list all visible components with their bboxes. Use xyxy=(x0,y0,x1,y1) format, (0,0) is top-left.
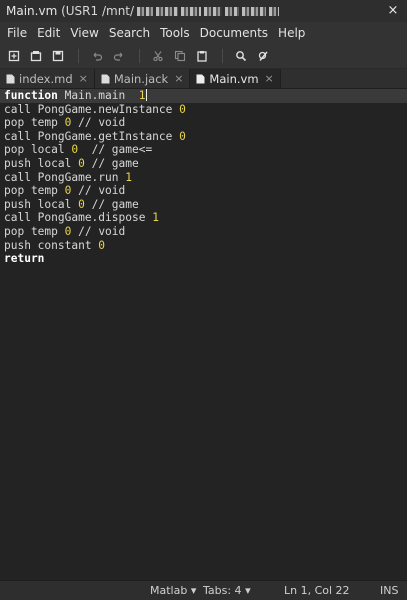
save-icon[interactable] xyxy=(48,46,68,66)
code-line: push constant 0 xyxy=(0,239,407,253)
window-title: Main.vm xyxy=(6,4,58,18)
code-line: call PongGame.newInstance 0 xyxy=(0,103,407,117)
code-number: 0 xyxy=(78,156,85,170)
tab-close-icon[interactable]: × xyxy=(79,72,88,85)
paste-icon[interactable] xyxy=(192,46,212,66)
title-bar: Main.vm (USR1 /mnt/ × xyxy=(0,0,407,22)
code-text: Main.main xyxy=(57,89,139,102)
code-text: // game xyxy=(84,197,139,211)
code-line: pop temp 0 // void xyxy=(0,116,407,130)
code-text: pop temp xyxy=(4,116,65,130)
close-window-icon[interactable]: × xyxy=(385,2,401,18)
code-keyword: function xyxy=(4,89,58,102)
code-text: // void xyxy=(71,116,126,130)
code-text: call PongGame.dispose xyxy=(4,211,153,225)
tab-index-md[interactable]: index.md × xyxy=(0,69,95,88)
redacted-path-segment xyxy=(269,6,280,16)
code-line: function Main.main 1 xyxy=(0,89,407,103)
document-tabs: index.md × Main.jack × Main.vm × xyxy=(0,69,407,89)
code-text: call PongGame.getInstance xyxy=(4,129,180,143)
code-text: call PongGame.run xyxy=(4,170,126,184)
undo-icon[interactable] xyxy=(87,46,107,66)
tab-close-icon[interactable]: × xyxy=(174,72,183,85)
find-icon[interactable] xyxy=(231,46,251,66)
code-text: push local xyxy=(4,197,79,211)
toolbar xyxy=(0,44,407,68)
code-text: // void xyxy=(71,184,126,198)
tab-main-vm[interactable]: Main.vm × xyxy=(190,69,281,88)
chevron-down-icon: ▾ xyxy=(190,584,197,597)
code-line: push local 0 // game xyxy=(0,198,407,212)
file-icon xyxy=(101,74,110,83)
code-editor[interactable]: function Main.main 1 call PongGame.newIns… xyxy=(0,89,407,580)
language-selector[interactable]: Matlab ▾ xyxy=(150,584,196,597)
menu-help[interactable]: Help xyxy=(273,22,310,44)
insert-mode: INS xyxy=(380,584,399,597)
code-text: pop temp xyxy=(4,224,65,238)
new-document-icon[interactable] xyxy=(4,46,24,66)
tab-label: index.md xyxy=(19,71,73,86)
code-number: 0 xyxy=(98,238,106,252)
tab-main-jack[interactable]: Main.jack × xyxy=(95,69,191,88)
menu-file[interactable]: File xyxy=(2,22,32,44)
tab-label: Main.vm xyxy=(209,71,259,86)
menu-documents[interactable]: Documents xyxy=(195,22,273,44)
code-line: return xyxy=(0,252,407,266)
toolbar-separator xyxy=(222,49,223,63)
code-line: pop local 0 // game<= xyxy=(0,143,407,157)
code-text: pop local xyxy=(4,143,72,157)
tab-close-icon[interactable]: × xyxy=(265,72,274,85)
file-icon xyxy=(6,74,15,83)
code-text: call PongGame.newInstance xyxy=(4,102,180,116)
code-text: pop temp xyxy=(4,184,65,198)
menu-view[interactable]: View xyxy=(65,22,103,44)
redacted-path-segment xyxy=(137,6,154,16)
cut-icon[interactable] xyxy=(148,46,168,66)
code-line: pop temp 0 // void xyxy=(0,184,407,198)
redacted-path-segment xyxy=(242,6,267,16)
redacted-path-segment xyxy=(225,6,240,16)
toolbar-separator xyxy=(139,49,140,63)
redacted-path-segment xyxy=(204,6,223,16)
code-line: pop temp 0 // void xyxy=(0,225,407,239)
menu-search[interactable]: Search xyxy=(104,22,155,44)
cursor-position: Ln 1, Col 22 xyxy=(284,584,350,597)
code-text: // void xyxy=(71,224,126,238)
code-number: 1 xyxy=(125,170,132,184)
code-text: // game<= xyxy=(78,143,153,157)
menu-bar: File Edit View Search Tools Documents Help xyxy=(0,22,407,44)
code-number: 1 xyxy=(152,211,159,225)
code-number: 1 xyxy=(138,89,146,102)
toolbar-separator xyxy=(78,49,79,63)
redo-icon[interactable] xyxy=(109,46,129,66)
code-line: call PongGame.dispose 1 xyxy=(0,211,407,225)
redacted-path-segment xyxy=(156,6,179,16)
text-cursor xyxy=(146,89,148,101)
code-text: push constant xyxy=(4,238,99,252)
redacted-path-segment xyxy=(181,6,202,16)
window-path: (USR1 /mnt/ xyxy=(61,4,135,18)
menu-tools[interactable]: Tools xyxy=(155,22,195,44)
code-line: call PongGame.getInstance 0 xyxy=(0,130,407,144)
file-icon xyxy=(196,74,205,83)
code-number: 0 xyxy=(179,102,186,116)
menu-edit[interactable]: Edit xyxy=(32,22,65,44)
open-icon[interactable] xyxy=(26,46,46,66)
status-bar: Matlab ▾ Tabs: 4 ▾ Ln 1, Col 22 INS xyxy=(0,580,407,600)
code-keyword: return xyxy=(4,252,45,266)
copy-icon[interactable] xyxy=(170,46,190,66)
tab-label: Main.jack xyxy=(113,71,169,86)
code-number: 0 xyxy=(78,197,85,211)
replace-icon[interactable] xyxy=(253,46,273,66)
code-text: // game xyxy=(84,156,139,170)
code-number: 0 xyxy=(179,129,186,143)
code-line: call PongGame.run 1 xyxy=(0,171,407,185)
tab-width-selector[interactable]: Tabs: 4 ▾ xyxy=(203,584,251,597)
code-text: push local xyxy=(4,156,79,170)
chevron-down-icon: ▾ xyxy=(245,584,251,597)
code-line: push local 0 // game xyxy=(0,157,407,171)
